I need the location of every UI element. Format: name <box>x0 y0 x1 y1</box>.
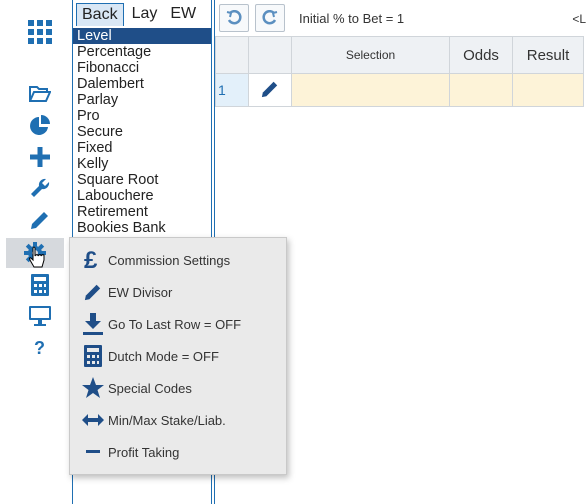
undo-button[interactable] <box>219 4 249 32</box>
calculator-icon <box>82 344 104 368</box>
star-icon <box>82 376 104 400</box>
settings-menu: £ Commission Settings EW Divisor Go To L… <box>69 237 287 475</box>
list-item[interactable]: Level <box>73 28 211 44</box>
tab-back[interactable]: Back <box>76 2 124 26</box>
menu-item-label: Commission Settings <box>108 252 231 268</box>
odds-cell[interactable] <box>449 73 513 107</box>
minus-icon <box>82 440 104 464</box>
calculator-icon[interactable] <box>22 271 58 299</box>
menu-item-label: Go To Last Row = OFF <box>108 316 242 332</box>
list-item[interactable]: Retirement <box>73 204 211 220</box>
download-icon <box>82 312 104 336</box>
redo-button[interactable] <box>255 4 285 32</box>
list-item[interactable]: Fibonacci <box>73 60 211 76</box>
pencil-icon[interactable] <box>22 206 58 234</box>
pencil-icon[interactable] <box>261 81 279 101</box>
menu-item-label: EW Divisor <box>108 284 173 300</box>
menu-item-label: Min/Max Stake/Liab. <box>108 412 226 428</box>
row-number: 1 <box>215 73 249 107</box>
table-header-row: Selection Odds Result <box>215 36 584 74</box>
menu-item-profit-taking[interactable]: Profit Taking <box>82 440 179 464</box>
menu-item-ew-divisor[interactable]: EW Divisor <box>82 280 172 304</box>
bet-type-tabs: Back Lay EW <box>73 0 211 28</box>
col-header-edit <box>248 36 292 74</box>
col-header-selection[interactable]: Selection <box>291 36 450 74</box>
list-item[interactable]: Fixed <box>73 140 211 156</box>
list-item[interactable]: Percentage <box>73 44 211 60</box>
list-item[interactable]: Bookies Bank <box>73 220 211 236</box>
pie-chart-icon[interactable] <box>22 112 58 140</box>
menu-item-special-codes[interactable]: Special Codes <box>82 376 192 400</box>
menu-item-label: Dutch Mode = OFF <box>108 348 219 364</box>
table-row: 1 <box>215 73 584 107</box>
row-edit-cell[interactable] <box>248 73 292 107</box>
pound-icon: £ <box>82 248 104 272</box>
menu-item-dutch-mode[interactable]: Dutch Mode = OFF <box>82 344 219 368</box>
selection-cell[interactable] <box>291 73 450 107</box>
bets-table: Selection Odds Result 1 <box>215 36 584 107</box>
folder-open-icon[interactable] <box>22 80 58 108</box>
list-item[interactable]: Labouchere <box>73 188 211 204</box>
hand-cursor-icon <box>28 246 46 275</box>
menu-item-min-max-stake[interactable]: Min/Max Stake/Liab. <box>82 408 226 432</box>
result-cell[interactable] <box>512 73 584 107</box>
svg-text:?: ? <box>34 338 45 358</box>
plus-icon[interactable] <box>22 143 58 171</box>
list-item[interactable]: Parlay <box>73 92 211 108</box>
tab-lay[interactable]: Lay <box>127 3 163 25</box>
grid-icon[interactable] <box>22 18 58 46</box>
main-topbar: Initial % to Bet = 1 <box>215 0 586 36</box>
col-header-result[interactable]: Result <box>512 36 584 74</box>
menu-item-label: Special Codes <box>108 380 192 396</box>
wrench-icon[interactable] <box>22 174 58 202</box>
list-item[interactable]: Secure <box>73 124 211 140</box>
pencil-icon <box>82 280 104 304</box>
col-header-odds[interactable]: Odds <box>449 36 513 74</box>
list-item[interactable]: Pro <box>73 108 211 124</box>
list-item[interactable]: Dalembert <box>73 76 211 92</box>
initial-percent-label: Initial % to Bet = 1 <box>299 10 405 26</box>
truncated-label: <L <box>572 12 586 26</box>
col-header-row <box>215 36 249 74</box>
svg-text:£: £ <box>84 248 98 272</box>
menu-item-go-to-last-row[interactable]: Go To Last Row = OFF <box>82 312 241 336</box>
tab-ew[interactable]: EW <box>165 3 201 25</box>
arrows-horizontal-icon <box>82 408 104 432</box>
list-item[interactable]: Square Root <box>73 172 211 188</box>
help-icon[interactable]: ? <box>22 334 58 362</box>
left-toolbar: ? <box>0 0 72 504</box>
strategy-list: Level Percentage Fibonacci Dalembert Par… <box>73 28 211 236</box>
menu-item-commission-settings[interactable]: £ Commission Settings <box>82 248 230 272</box>
monitor-icon[interactable] <box>22 302 58 330</box>
list-item[interactable]: Kelly <box>73 156 211 172</box>
menu-item-label: Profit Taking <box>108 444 180 460</box>
